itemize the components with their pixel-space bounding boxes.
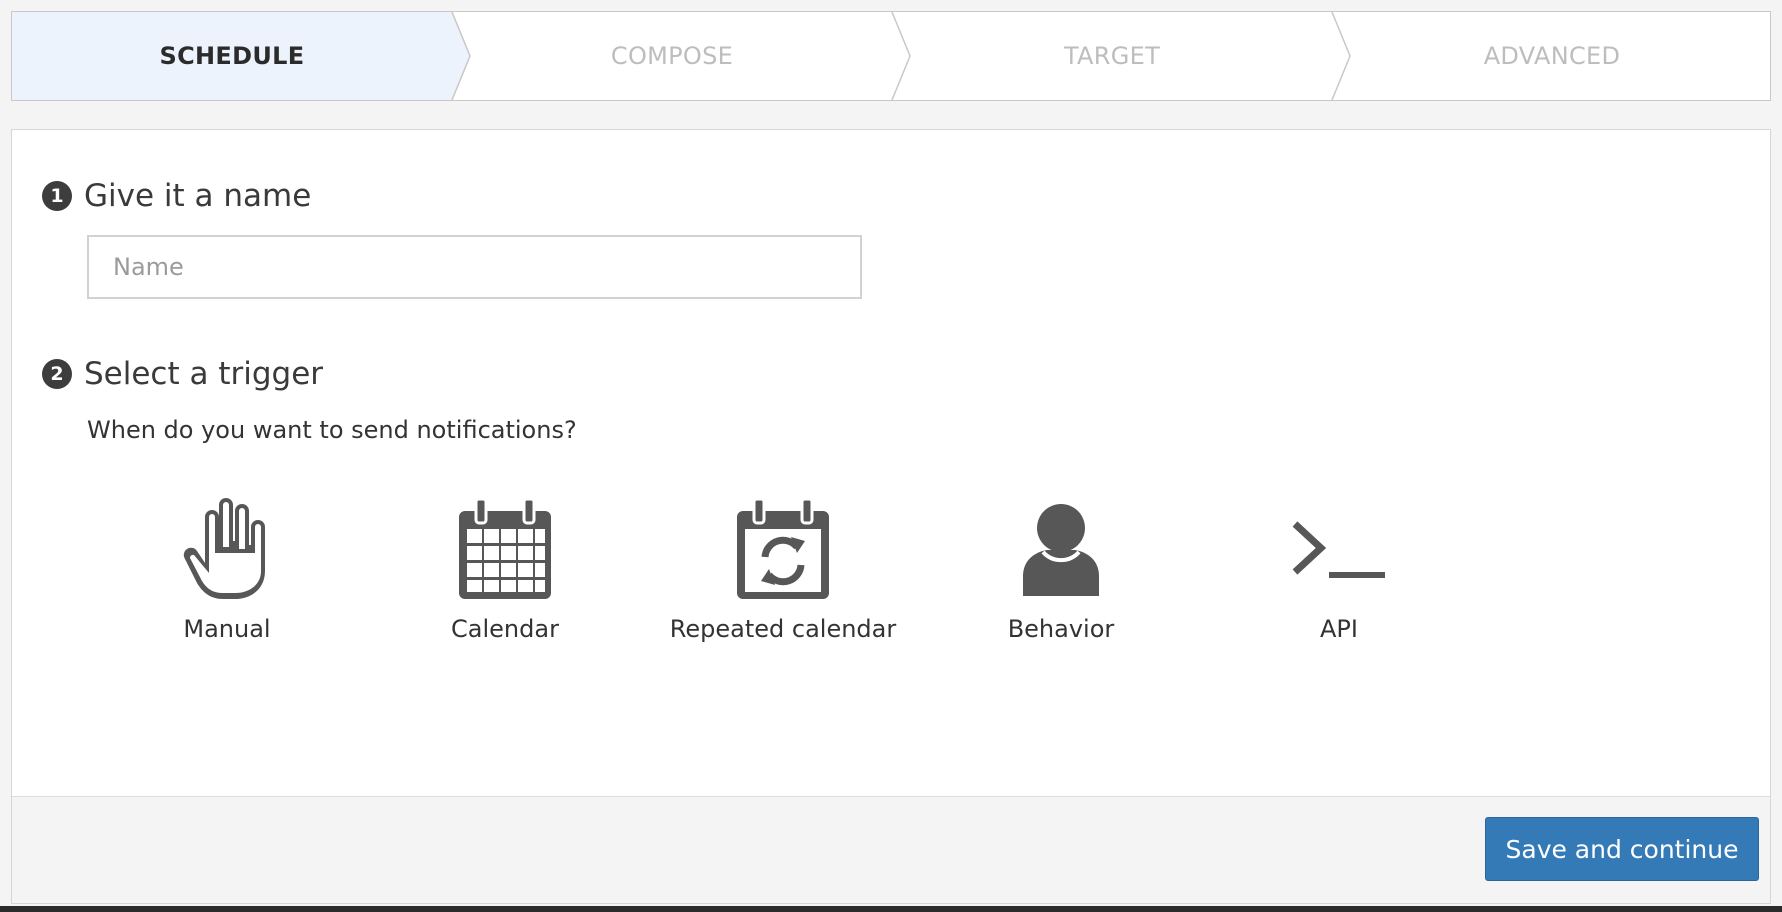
- calendar-icon: [450, 495, 560, 605]
- step-number-badge: 1: [42, 181, 72, 211]
- section-title: Give it a name: [84, 178, 312, 214]
- trigger-label: Calendar: [451, 615, 559, 643]
- step-advanced[interactable]: ADVANCED: [1332, 12, 1770, 100]
- trigger-label: Manual: [183, 615, 271, 643]
- section-trigger-heading: 2 Select a trigger: [42, 356, 323, 392]
- page: SCHEDULE COMPOSE TARGET ADVANCED 1 Give …: [0, 0, 1782, 912]
- trigger-behavior[interactable]: Behavior: [936, 495, 1186, 655]
- name-input[interactable]: [87, 235, 862, 299]
- step-compose[interactable]: COMPOSE: [452, 12, 892, 100]
- trigger-manual[interactable]: Manual: [102, 495, 352, 655]
- window-bottom-edge: [0, 906, 1782, 912]
- trigger-label: Behavior: [1007, 615, 1115, 643]
- trigger-label: Repeated calendar: [669, 615, 897, 643]
- save-and-continue-button[interactable]: Save and continue: [1485, 817, 1759, 881]
- step-wizard: SCHEDULE COMPOSE TARGET ADVANCED: [11, 11, 1771, 101]
- schedule-card: 1 Give it a name 2 Select a trigger When…: [11, 129, 1771, 904]
- trigger-api[interactable]: API: [1214, 495, 1464, 655]
- trigger-repeated-calendar[interactable]: Repeated calendar: [658, 495, 908, 655]
- repeated-calendar-icon: [728, 495, 838, 605]
- step-schedule[interactable]: SCHEDULE: [12, 12, 452, 100]
- section-title: Select a trigger: [84, 356, 324, 392]
- step-target[interactable]: TARGET: [892, 12, 1332, 100]
- terminal-icon: [1284, 495, 1394, 605]
- card-footer: Save and continue: [12, 796, 1770, 903]
- user-icon: [1006, 495, 1116, 605]
- trigger-calendar[interactable]: Calendar: [380, 495, 630, 655]
- trigger-label: API: [1320, 615, 1358, 643]
- step-number-badge: 2: [42, 359, 72, 389]
- section-name-heading: 1 Give it a name: [42, 178, 311, 214]
- trigger-question: When do you want to send notifications?: [87, 416, 577, 444]
- hand-icon: [172, 495, 282, 605]
